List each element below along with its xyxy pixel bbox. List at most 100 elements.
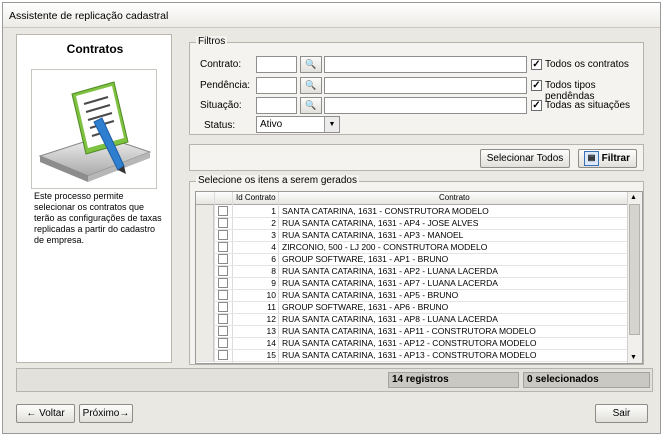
row-contract: RUA SANTA CATARINA, 1631 - AP3 - MANOEL: [282, 230, 464, 240]
row-id: 11: [267, 302, 276, 312]
row-indicator: [196, 253, 214, 265]
row-id: 2: [271, 218, 276, 228]
contract-code-input[interactable]: [256, 56, 297, 73]
pending-description-input[interactable]: [324, 77, 527, 94]
filters-legend: Filtros: [196, 36, 228, 47]
row-id: 10: [266, 290, 276, 300]
row-indicator: [196, 217, 214, 229]
status-select[interactable]: Ativo ▼: [256, 116, 340, 133]
window-title: Assistente de replicação cadastral: [9, 10, 169, 22]
scroll-down-icon[interactable]: ▼: [630, 354, 637, 361]
filters-group: Filtros Contrato: 🔍 ✓ Todos os contratos…: [189, 36, 644, 135]
pending-search-button[interactable]: 🔍: [300, 77, 322, 94]
filter-button[interactable]: ▤ Filtrar: [578, 149, 637, 168]
row-checkbox[interactable]: [218, 242, 228, 252]
row-contract: GROUP SOFTWARE, 1631 - AP6 - BRUNO: [282, 302, 449, 312]
row-contract: ZIRCONIO, 500 - LJ 200 - CONSTRUTORA MOD…: [282, 242, 488, 252]
row-checkbox[interactable]: [218, 326, 228, 336]
row-checkbox[interactable]: [218, 302, 228, 312]
row-contract: RUA SANTA CATARINA, 1631 - AP8 - LUANA L…: [282, 314, 498, 324]
row-contract: RUA SANTA CATARINA, 1631 - AP2 - LUANA L…: [282, 266, 498, 276]
pending-label: Pendência:: [200, 80, 251, 91]
situation-code-input[interactable]: [256, 97, 297, 114]
row-contract: GROUP SOFTWARE, 1631 - AP1 - BRUNO: [282, 254, 449, 264]
chevron-down-icon[interactable]: ▼: [324, 117, 339, 132]
row-contract: RUA SANTA CATARINA, 1631 - AP4 - JOSE AL…: [282, 218, 479, 228]
all-contracts-checkbox[interactable]: ✓: [531, 59, 542, 70]
row-indicator: [196, 349, 214, 361]
row-checkbox[interactable]: [218, 350, 228, 360]
contract-description-input[interactable]: [324, 56, 527, 73]
column-header-id[interactable]: Id Contrato: [236, 193, 276, 202]
title-bar: Assistente de replicação cadastral: [3, 3, 660, 28]
row-id: 4: [271, 242, 276, 252]
table-row[interactable]: 15 RUA SANTA CATARINA, 1631 - AP13 - CONS…: [196, 349, 629, 362]
row-id: 3: [271, 230, 276, 240]
row-checkbox[interactable]: [218, 314, 228, 324]
row-indicator: [196, 265, 214, 277]
contract-label: Contrato:: [200, 59, 242, 70]
situation-description-input[interactable]: [324, 97, 527, 114]
scrollbar-thumb[interactable]: [629, 204, 640, 335]
contracts-grid: Id Contrato Contrato 1 SANTA CATARINA, 16…: [195, 191, 643, 364]
all-pending-checkbox[interactable]: ✓: [531, 80, 542, 91]
actions-bar: Selecionar Todos ▤ Filtrar: [189, 144, 644, 171]
all-situations-label: Todas as situações: [545, 100, 631, 111]
filter-button-label: Filtrar: [601, 153, 630, 164]
exit-button[interactable]: Sair: [595, 404, 648, 423]
row-checkbox[interactable]: [218, 230, 228, 240]
row-contract: SANTA CATARINA, 1631 - CONSTRUTORA MODEL…: [282, 206, 489, 216]
filter-icon: ▤: [584, 151, 599, 166]
next-button[interactable]: Próximo→: [79, 404, 133, 423]
column-header-contract[interactable]: Contrato: [439, 193, 470, 202]
vertical-scrollbar[interactable]: ▲ ▼: [627, 192, 642, 363]
row-id: 15: [266, 350, 276, 360]
row-id: 14: [266, 338, 276, 348]
items-legend: Selecione os itens a serem gerados: [196, 175, 359, 186]
binoculars-icon: 🔍: [305, 59, 317, 69]
back-button-label: Voltar: [39, 408, 65, 419]
row-checkbox[interactable]: [218, 338, 228, 348]
binoculars-icon: 🔍: [305, 100, 317, 110]
row-checkbox[interactable]: [218, 218, 228, 228]
row-id: 12: [266, 314, 276, 324]
panel-title: Contratos: [66, 42, 124, 56]
row-contract: RUA SANTA CATARINA, 1631 - AP7 - LUANA L…: [282, 278, 498, 288]
pending-code-input[interactable]: [256, 77, 297, 94]
all-pending-label: Todos tipos pendêndas: [545, 80, 596, 102]
row-indicator: [196, 301, 214, 313]
row-indicator: [196, 325, 214, 337]
all-contracts-label: Todos os contratos: [545, 59, 629, 70]
row-indicator: [196, 205, 214, 217]
row-checkbox[interactable]: [218, 206, 228, 216]
next-button-label: Próximo: [82, 408, 120, 419]
row-id: 6: [271, 254, 276, 264]
row-checkbox[interactable]: [218, 254, 228, 264]
row-indicator: [196, 229, 214, 241]
row-contract: RUA SANTA CATARINA, 1631 - AP12 - CONSTR…: [282, 338, 537, 348]
scroll-up-icon[interactable]: ▲: [630, 194, 637, 201]
select-all-button[interactable]: Selecionar Todos: [480, 149, 570, 168]
row-contract: RUA SANTA CATARINA, 1631 - AP13 - CONSTR…: [282, 350, 537, 360]
selected-count: 0 selecionados: [523, 372, 650, 388]
row-checkbox[interactable]: [218, 290, 228, 300]
wizard-window: Assistente de replicação cadastral Contr…: [2, 2, 661, 434]
row-contract: RUA SANTA CATARINA, 1631 - AP11 - CONSTR…: [282, 326, 536, 336]
contract-search-button[interactable]: 🔍: [300, 56, 322, 73]
row-indicator: [196, 289, 214, 301]
row-checkbox[interactable]: [218, 278, 228, 288]
arrow-right-icon: →: [119, 408, 130, 419]
all-situations-checkbox[interactable]: ✓: [531, 100, 542, 111]
items-group: Selecione os itens a serem gerados Id Co…: [189, 175, 644, 365]
panel-description: Este processo permite selecionar os cont…: [34, 191, 162, 245]
record-count: 14 registros: [388, 372, 519, 388]
row-indicator: [196, 277, 214, 289]
binoculars-icon: 🔍: [305, 80, 317, 90]
situation-search-button[interactable]: 🔍: [300, 97, 322, 114]
row-checkbox[interactable]: [218, 266, 228, 276]
back-button[interactable]: ← Voltar: [16, 404, 75, 423]
row-indicator: [196, 241, 214, 253]
row-id: 9: [271, 278, 276, 288]
row-id: 8: [271, 266, 276, 276]
info-panel: Contratos Este processo permite selecion…: [16, 34, 172, 363]
